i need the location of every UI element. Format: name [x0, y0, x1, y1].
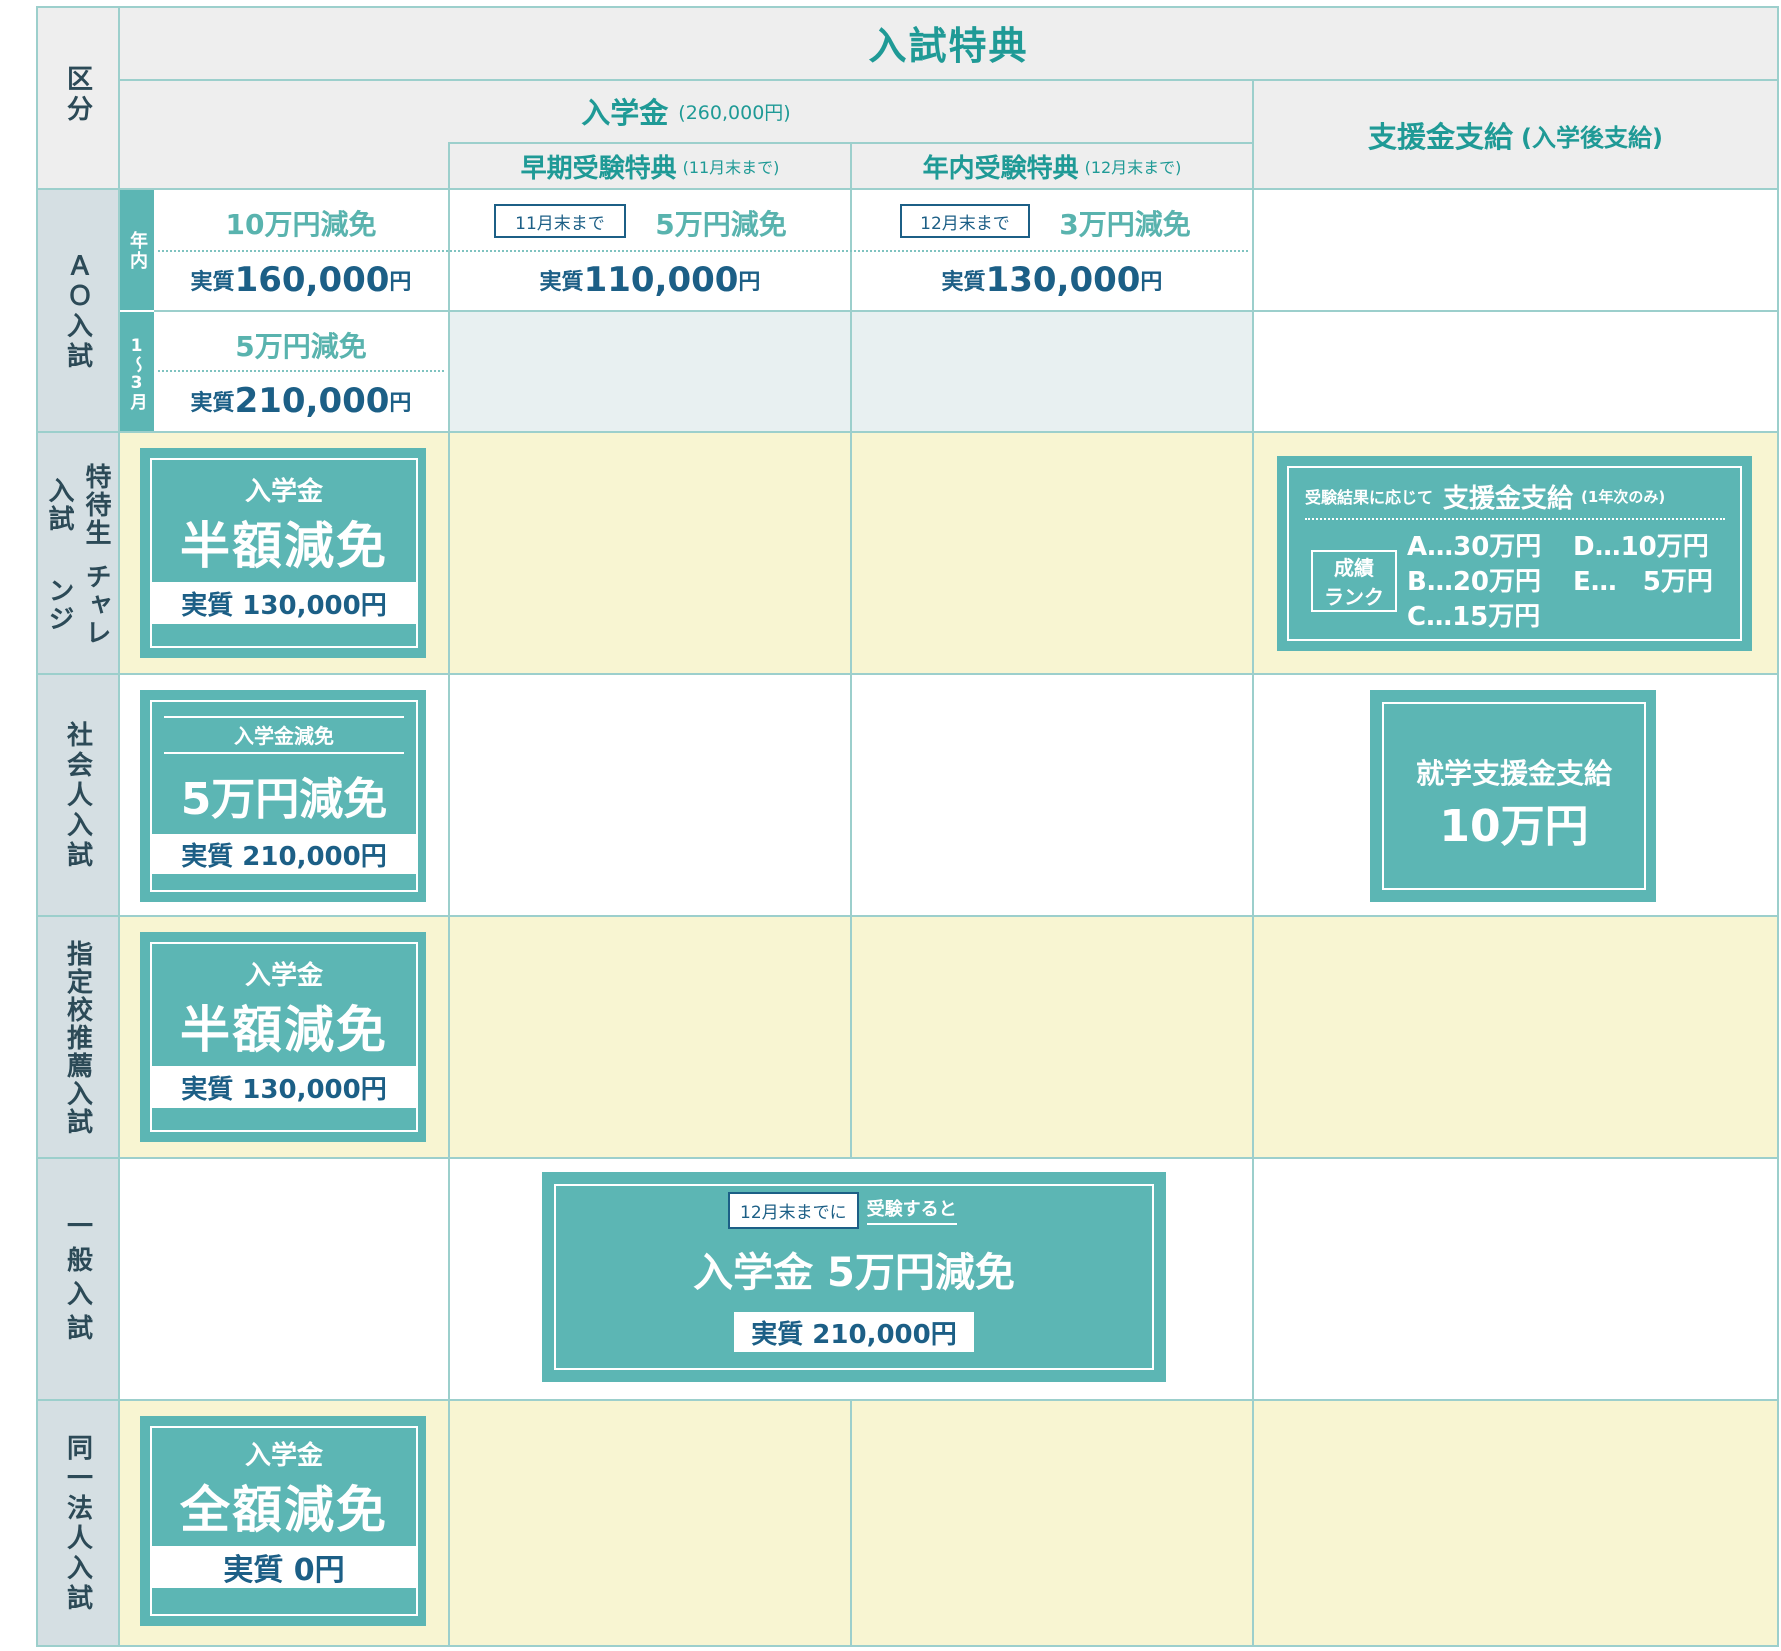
- shitei-card-top: 入学金: [244, 960, 323, 991]
- ao-row1-jisshitsu: 実質 160,000 円: [190, 260, 412, 300]
- shitei-card-big: 半額減免: [180, 1001, 388, 1059]
- shakaijin-card-band: 実質 210,000円: [150, 834, 418, 874]
- shitei-card: 入学金 半額減免 実質 130,000円: [146, 938, 422, 1136]
- ao-row2-tag: 1〜3月: [126, 336, 147, 410]
- shakaijin-support-line1: 就学支援金支給: [1415, 757, 1612, 790]
- benefits-table: 区分 入試特典 入学金 (260,000円) 早期受験特典 (11月末まで) 年…: [0, 0, 1781, 1651]
- ao-row1-discount: 10万円減免: [225, 208, 377, 241]
- rank-c: C…15万円: [1407, 602, 1541, 632]
- ippan-tag-row: 12月末までに 受験すると: [728, 1191, 957, 1229]
- kubun-label: 区分: [62, 65, 93, 125]
- ippan-tag: 12月末までに: [728, 1191, 859, 1229]
- ippan-big: 入学金 5万円減免: [693, 1250, 1015, 1296]
- challenge-card-band: 実質 130,000円: [150, 582, 418, 624]
- ao-early-tag: 11月末まで: [494, 204, 626, 238]
- douitsu-card-band: 実質 0円: [150, 1546, 418, 1588]
- category-challenge-col1: 特待生入試: [44, 463, 111, 547]
- challenge-card: 入学金 半額減免 実質 130,000円: [146, 454, 422, 652]
- support-note: (入学後支給): [1521, 123, 1663, 152]
- ippan-band: 実質 210,000円: [734, 1312, 974, 1352]
- early-note: (11月末まで): [682, 158, 780, 177]
- rank-list-col2: D…10万円 E… 5万円: [1573, 530, 1713, 600]
- ao-row2-discount: 5万円減免: [235, 330, 367, 363]
- early-header: 早期受験特典 (11月末まで): [450, 144, 850, 188]
- page-title: 入試特典: [868, 24, 1029, 68]
- ao-early-discount: 5万円減免: [655, 208, 787, 241]
- year-header: 年内受験特典 (12月末まで): [852, 144, 1252, 188]
- shitei-card-band: 実質 130,000円: [150, 1066, 418, 1108]
- ao-year-tag: 12月末まで: [900, 204, 1030, 238]
- category-challenge-col2: チャレンジ: [44, 563, 111, 647]
- challenge-card-top: 入学金: [244, 476, 323, 507]
- ao-year-jisshitsu: 実質 130,000 円: [941, 260, 1163, 300]
- entrance-fee-header: 入学金 (260,000円): [120, 80, 1252, 142]
- entrance-fee-label: 入学金: [581, 96, 669, 130]
- category-ao: ＡＯ入試: [62, 251, 93, 372]
- rank-a: A…30万円: [1407, 532, 1542, 562]
- douitsu-card: 入学金 全額減免 実質 0円: [146, 1422, 422, 1620]
- rank-b: B…20万円: [1407, 567, 1541, 597]
- ao-early-jisshitsu: 実質 110,000 円: [539, 260, 761, 300]
- shakaijin-support-line2: 10万円: [1439, 801, 1589, 852]
- shakaijin-support-card: 就学支援金支給 10万円: [1376, 696, 1652, 896]
- challenge-support-card: 受験結果に応じて 支援金支給 (1年次のみ) 成績 ランク A…30万円 B…2…: [1283, 462, 1746, 645]
- ao-year-discount: 3万円減免: [1059, 208, 1191, 241]
- support-header: 支援金支給 (入学後支給): [1254, 80, 1777, 190]
- category-douitsu: 同一法人入試: [62, 1434, 93, 1614]
- ippan-tag-after: 受験すると: [866, 1195, 957, 1225]
- rank-d: D…10万円: [1573, 532, 1709, 562]
- year-note: (12月末まで): [1084, 158, 1182, 177]
- rank-e: E… 5万円: [1573, 567, 1713, 597]
- douitsu-card-big: 全額減免: [180, 1481, 388, 1539]
- challenge-support-title: 受験結果に応じて 支援金支給 (1年次のみ): [1305, 483, 1666, 514]
- shakaijin-card-big: 5万円減免: [180, 774, 388, 825]
- category-challenge: 特待生入試チャレンジ: [38, 455, 118, 655]
- support-label: 支援金支給: [1368, 120, 1514, 154]
- category-shitei: 指定校推薦入試: [62, 940, 93, 1136]
- rank-label-box: 成績 ランク: [1311, 550, 1397, 612]
- shakaijin-card: 入学金減免 5万円減免 実質 210,000円: [146, 696, 422, 896]
- ao-row1-tag: 年内: [127, 231, 148, 271]
- entrance-fee-amount: (260,000円): [678, 101, 791, 124]
- shakaijin-card-top: 入学金減免: [234, 723, 334, 748]
- ippan-card: 12月末までに 受験すると 入学金 5万円減免 実質 210,000円: [548, 1178, 1160, 1376]
- rank-list-col1: A…30万円 B…20万円 C…15万円: [1407, 530, 1541, 635]
- category-shakaijin: 社会人入試: [62, 721, 93, 871]
- douitsu-card-top: 入学金: [244, 1440, 323, 1471]
- challenge-card-big: 半額減免: [180, 517, 388, 575]
- early-label: 早期受験特典: [520, 153, 677, 184]
- ao-row2-jisshitsu: 実質 210,000 円: [190, 381, 412, 421]
- category-ippan: 一般入試: [62, 1212, 93, 1348]
- year-label: 年内受験特典: [922, 153, 1079, 184]
